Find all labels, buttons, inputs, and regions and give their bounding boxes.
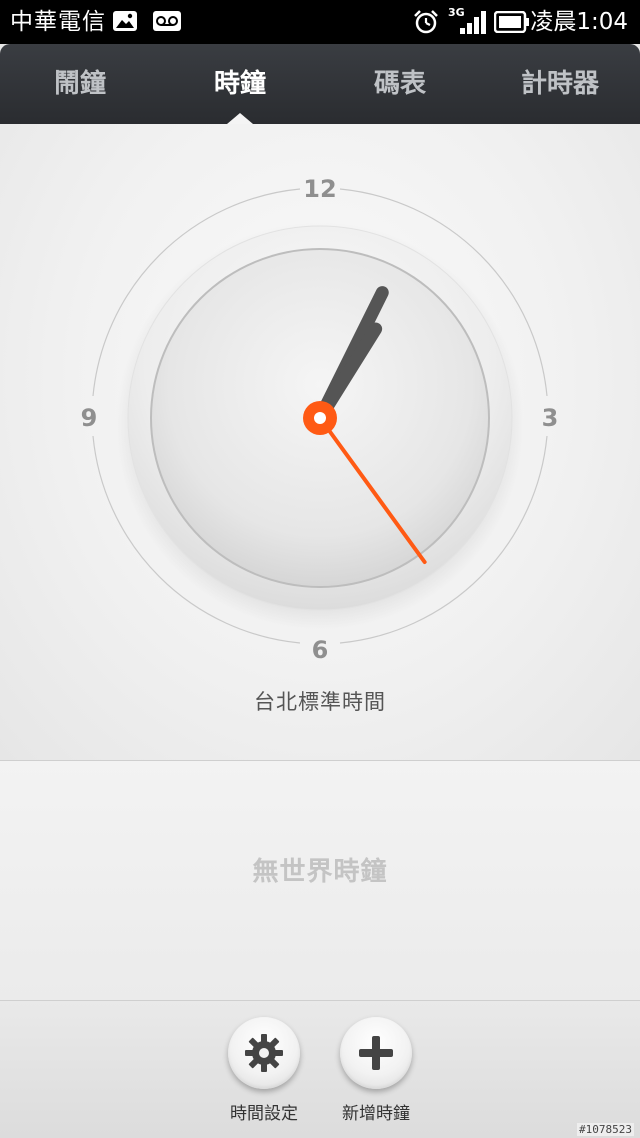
watermark: #1078523 — [577, 1123, 634, 1136]
active-tab-indicator — [227, 113, 253, 124]
world-clock-list: 無世界時鐘 — [0, 761, 640, 1001]
analog-clock-section: 12 3 6 9 台北標準時間 — [0, 124, 640, 761]
alarm-icon — [412, 9, 440, 39]
marker-9: 9 — [81, 404, 98, 432]
empty-world-clock-label: 無世界時鐘 — [252, 857, 388, 887]
analog-clock: 12 3 6 9 — [81, 175, 559, 664]
tab-bar: 鬧鐘 時鐘 碼表 計時器 — [0, 44, 640, 124]
clock-center-dot — [314, 412, 326, 424]
clock-app-screen: 中華電信 3G 凌晨1:04 鬧鐘 時鐘 碼表 計時器 12 3 6 9 台北標… — [0, 0, 640, 1138]
plus-icon — [359, 1036, 393, 1070]
image-icon — [112, 9, 138, 37]
marker-6: 6 — [312, 636, 329, 664]
add-clock-label: 新增時鐘 — [342, 1104, 410, 1124]
tab-clock[interactable]: 時鐘 — [160, 44, 320, 124]
battery-icon — [493, 10, 530, 37]
marker-3: 3 — [542, 404, 559, 432]
time-settings-circle[interactable] — [228, 1017, 300, 1089]
tab-alarm[interactable]: 鬧鐘 — [0, 44, 160, 124]
add-clock-button[interactable]: 新增時鐘 — [316, 1015, 436, 1130]
marker-12: 12 — [303, 175, 336, 203]
bottom-action-bar: 時間設定 新增時鐘 — [0, 1001, 640, 1138]
gear-icon — [245, 1034, 283, 1072]
status-time: 凌晨1:04 — [530, 9, 628, 35]
time-settings-button[interactable]: 時間設定 — [204, 1015, 324, 1130]
time-settings-label: 時間設定 — [230, 1104, 298, 1124]
tab-timer[interactable]: 計時器 — [480, 44, 640, 124]
timezone-label: 台北標準時間 — [254, 690, 386, 714]
tab-stopwatch[interactable]: 碼表 — [320, 44, 480, 124]
status-bar: 中華電信 3G 凌晨1:04 — [0, 0, 640, 44]
add-clock-circle[interactable] — [340, 1017, 412, 1089]
carrier-name: 中華電信 — [10, 9, 106, 35]
voicemail-icon — [152, 9, 182, 37]
